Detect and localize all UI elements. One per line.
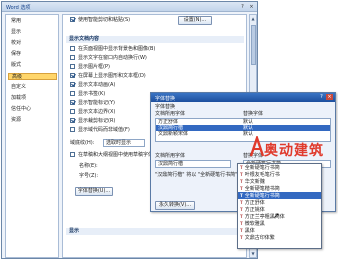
option-label: 显示智能标记(Y) — [78, 100, 115, 106]
scroll-up-icon[interactable]: ▲ — [250, 15, 256, 22]
option-checkbox[interactable] — [70, 64, 75, 69]
option-checkbox[interactable] — [70, 55, 75, 60]
sidebar-item-advanced[interactable]: 高级 — [8, 73, 57, 80]
option-row[interactable]: 显示裁剪标记(R) — [70, 118, 115, 125]
missing-font-name: 文鼎新颖宋体 — [158, 131, 189, 137]
option-checkbox[interactable] — [70, 109, 75, 114]
truetype-icon: T — [240, 193, 243, 198]
option-row[interactable]: 显示文本动画(A) — [70, 82, 115, 89]
size-label: 字号(Z): — [79, 173, 99, 179]
sidebar-item-trust[interactable]: 信任中心 — [8, 106, 57, 113]
font-option[interactable]: T 黑体 — [238, 227, 321, 234]
font-option[interactable]: T 全新硬笔楷书简 — [238, 185, 321, 192]
option-label: 显示图片框(P) — [78, 64, 110, 70]
truetype-icon: T — [240, 214, 243, 219]
close-icon[interactable]: × — [248, 4, 255, 10]
option-row[interactable]: 在屏幕上显示图形和文本框(D) — [70, 73, 146, 80]
font-option[interactable]: T 华文新魏 — [238, 178, 321, 185]
font-option-label: 文鼎古印体繁 — [244, 235, 275, 241]
truetype-icon: T — [240, 200, 243, 205]
section-display: 显示 — [66, 228, 244, 235]
option-row[interactable]: 显示图片框(P) — [70, 64, 110, 71]
option-checkbox[interactable] — [70, 100, 75, 105]
option-checkbox[interactable] — [70, 73, 75, 78]
font-used-field: 汉鼎简行楷 — [155, 160, 231, 168]
font-option[interactable]: T 叶根友毛笔行书 — [238, 171, 321, 178]
option-checkbox[interactable] — [70, 118, 75, 123]
convert-permanently-button[interactable]: 永久转换(V)... — [155, 201, 195, 210]
option-label: 显示文本边界(X) — [78, 109, 116, 115]
field-shading-select[interactable]: 选取时显示 — [103, 139, 145, 147]
missing-font-header: 文档所用字体 — [155, 111, 186, 117]
mouse-cursor-icon: ➚ — [273, 211, 280, 220]
watermark-text: 奥动建筑 — [264, 143, 324, 159]
scroll-thumb[interactable] — [251, 25, 256, 65]
smart-cut-option[interactable]: 使用智能剪切和粘贴(S) — [70, 17, 130, 24]
option-label: 显示书签(K) — [78, 91, 106, 97]
option-row[interactable]: 显示域代码而非域值(F) — [70, 127, 130, 134]
draft-font-option[interactable]: 在草稿和大纲视图中使用草稿字体 — [70, 152, 153, 159]
sidebar-item-display[interactable]: 显示 — [8, 29, 57, 36]
option-row[interactable]: 显示文字在窗口内自动换行(W) — [70, 55, 147, 62]
truetype-icon: T — [240, 186, 243, 191]
truetype-icon: T — [240, 207, 243, 212]
option-checkbox[interactable] — [70, 91, 75, 96]
sidebar-item-addins[interactable]: 加载项 — [8, 95, 57, 102]
option-label: 显示裁剪标记(R) — [78, 118, 116, 124]
truetype-icon: T — [240, 221, 243, 226]
dialog-title: 字体替换 — [155, 96, 176, 102]
option-row[interactable]: 在页面视图中显示背景色和图像(B) — [70, 46, 155, 53]
settings-button[interactable]: 设置(N)... — [178, 16, 212, 25]
option-label: 显示文本动画(A) — [78, 82, 116, 88]
option-checkbox[interactable] — [70, 82, 75, 87]
draft-font-checkbox[interactable] — [70, 152, 75, 157]
section-show-document-content: 显示文档内容 — [66, 36, 244, 43]
dialog-help-icon[interactable]: ? — [318, 94, 325, 100]
font-option[interactable]: T 方正舒体 — [238, 199, 321, 206]
option-row[interactable]: 显示书签(K) — [70, 91, 105, 98]
option-label: 显示文字在窗口内自动换行(W) — [78, 55, 147, 61]
sidebar-item-proofing[interactable]: 校对 — [8, 40, 57, 47]
sidebar-item-customize[interactable]: 自定义 — [8, 84, 57, 91]
replace-font-dropdown[interactable]: T 全新硬笔行书简 T 叶根友毛笔行书 T 华文新魏 T 全新硬笔楷书简 T 全新硬笔行书… — [237, 163, 322, 249]
window-title: Word 选项 — [6, 5, 31, 11]
replacement-header: 替换字体 — [243, 111, 264, 117]
font-option[interactable]: T 全新硬笔行书简 — [238, 164, 321, 171]
truetype-icon: T — [240, 235, 243, 240]
option-checkbox[interactable] — [70, 127, 75, 132]
font-option[interactable]: T 文鼎古印体繁 — [238, 234, 321, 241]
help-icon[interactable]: ? — [239, 4, 246, 10]
dialog-close-icon[interactable]: × — [326, 94, 333, 100]
dialog-title-bar: 字体替换 ? × — [151, 93, 335, 102]
truetype-icon: T — [240, 165, 243, 170]
sidebar-item-layout[interactable]: 版式 — [8, 62, 57, 69]
option-label: 在页面视图中显示背景色和图像(B) — [78, 46, 156, 52]
option-label: 显示域代码而非域值(F) — [78, 127, 130, 133]
name-label: 名称(E): — [79, 163, 98, 169]
font-substitution-group-label: 字体替换 — [155, 104, 176, 110]
font-used-label: 文档所用字体 — [155, 153, 186, 159]
field-shading-label: 域底纹(H): — [70, 140, 95, 146]
font-option-selected[interactable]: T 全新硬笔行书简 — [238, 192, 321, 199]
sidebar-item-popular[interactable]: 常用 — [8, 18, 57, 25]
option-row[interactable]: 显示文本边界(X) — [70, 109, 115, 116]
font-substitution-button[interactable]: 字体替换(U)... — [75, 187, 113, 196]
options-sidebar: 常用 显示 校对 保存 版式 高级 自定义 加载项 信任中心 资源 — [5, 14, 59, 258]
truetype-icon: T — [240, 179, 243, 184]
option-label: 在屏幕上显示图形和文本框(D) — [78, 73, 146, 79]
option-checkbox[interactable] — [70, 46, 75, 51]
sidebar-item-save[interactable]: 保存 — [8, 51, 57, 58]
title-bar: Word 选项 ? × — [2, 2, 257, 12]
scroll-down-icon[interactable]: ▼ — [250, 250, 256, 257]
sidebar-item-resources[interactable]: 资源 — [8, 117, 57, 124]
watermark-logo: 奥动建筑 — [248, 136, 328, 160]
draft-font-label: 在草稿和大纲视图中使用草稿字体 — [78, 152, 154, 158]
option-row[interactable]: 显示智能标记(Y) — [70, 100, 115, 107]
smart-cut-label: 使用智能剪切和粘贴(S) — [78, 17, 131, 23]
truetype-icon: T — [240, 228, 243, 233]
truetype-icon: T — [240, 172, 243, 177]
smart-cut-checkbox[interactable] — [70, 17, 75, 22]
font-option[interactable]: T 微软雅黑 — [238, 220, 321, 227]
